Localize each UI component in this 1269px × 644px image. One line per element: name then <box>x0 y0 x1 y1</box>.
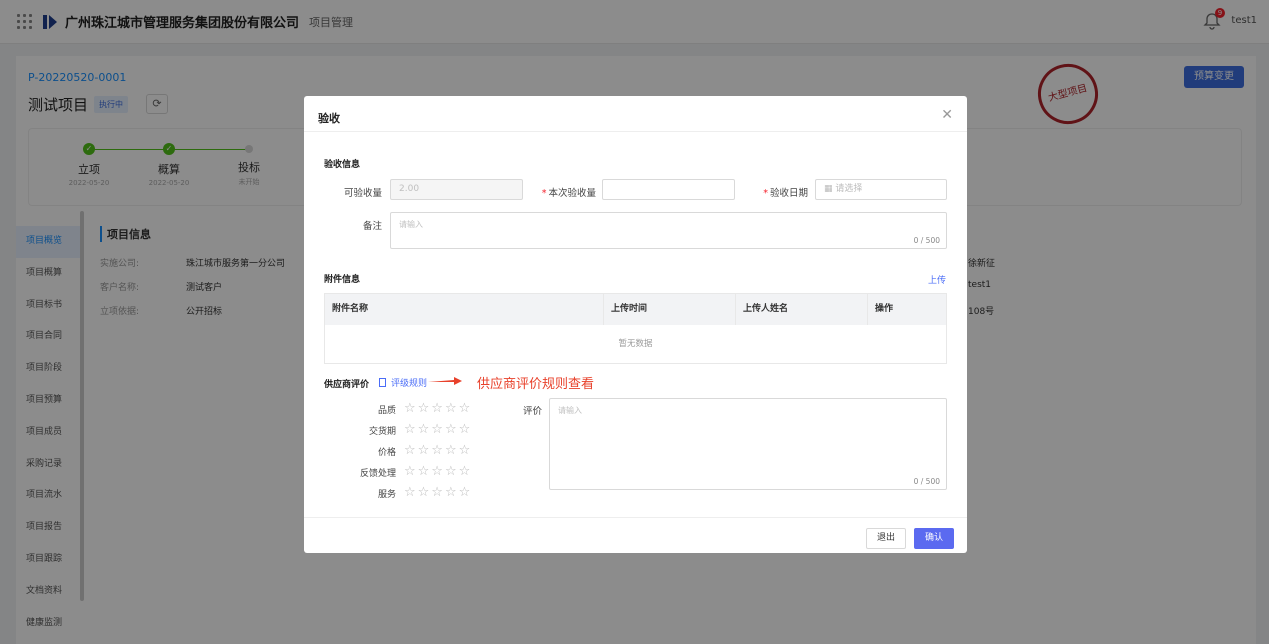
accept-date-picker[interactable]: ▦ 请选择 <box>815 179 947 200</box>
close-icon[interactable]: ✕ <box>941 107 953 123</box>
remark-label: 备注 <box>362 221 382 232</box>
rating-row-service: 服务 ☆☆☆☆☆ <box>324 485 484 503</box>
annotation-text: 供应商评价规则查看 <box>477 377 595 392</box>
this-qty-label-text: 本次验收量 <box>548 188 596 199</box>
rating-label: 品质 <box>377 406 396 416</box>
rating-label: 服务 <box>377 490 396 500</box>
section-acceptance-title: 验收信息 <box>324 160 361 170</box>
date-placeholder: 请选择 <box>835 184 863 194</box>
accept-date-label-text: 验收日期 <box>769 188 808 199</box>
comment-textarea[interactable]: 请输入 0 / 500 <box>549 398 947 490</box>
accept-date-label: * 验收日期 <box>763 188 808 199</box>
acceptance-modal: 验收 ✕ 验收信息 可验收量 2.00 * 本次验收量 * 验收日期 ▦ 请选择 备… <box>304 96 967 553</box>
star-rating[interactable]: ☆☆☆☆☆ <box>404 422 472 437</box>
cancel-button[interactable]: 退出 <box>866 528 906 549</box>
col-attachment-name: 附件名称 <box>325 294 604 325</box>
rating-row-delivery: 交货期 ☆☆☆☆☆ <box>324 422 484 440</box>
section-rating-title: 供应商评价 <box>324 380 370 390</box>
rating-label: 反馈处理 <box>359 469 396 479</box>
rating-rule-text: 评级规则 <box>391 379 428 389</box>
rating-row-quality: 品质 ☆☆☆☆☆ <box>324 401 484 419</box>
table-header: 附件名称 上传时间 上传人姓名 操作 <box>325 294 946 325</box>
arrow-right-icon <box>428 377 462 385</box>
star-rating[interactable]: ☆☆☆☆☆ <box>404 485 472 500</box>
rating-rule-link[interactable]: 评级规则 <box>379 376 427 389</box>
remark-placeholder: 请输入 <box>399 220 423 229</box>
modal-footer: 退出 确认 <box>304 517 967 553</box>
remark-char-count: 0 / 500 <box>913 236 940 245</box>
remark-textarea[interactable]: 请输入 0 / 500 <box>390 212 947 249</box>
col-upload-time: 上传时间 <box>604 294 736 325</box>
rating-label: 交货期 <box>368 427 396 437</box>
star-rating[interactable]: ☆☆☆☆☆ <box>404 401 472 416</box>
document-icon <box>379 378 386 387</box>
star-rating[interactable]: ☆☆☆☆☆ <box>404 443 472 458</box>
upload-link[interactable]: 上传 <box>928 273 946 286</box>
modal-header: 验收 ✕ <box>304 96 967 132</box>
modal-title: 验收 <box>318 112 340 125</box>
comment-label: 评价 <box>522 406 542 417</box>
star-rating[interactable]: ☆☆☆☆☆ <box>404 464 472 479</box>
acceptable-qty-field: 2.00 <box>390 179 523 200</box>
table-empty-text: 暂无数据 <box>618 339 653 349</box>
this-qty-label: * 本次验收量 <box>541 188 596 199</box>
comment-char-count: 0 / 500 <box>913 477 940 486</box>
rating-row-price: 价格 ☆☆☆☆☆ <box>324 443 484 461</box>
col-uploader: 上传人姓名 <box>736 294 868 325</box>
comment-placeholder: 请输入 <box>558 406 582 415</box>
calendar-icon: ▦ <box>824 184 833 194</box>
rating-label: 价格 <box>377 448 396 458</box>
this-qty-input[interactable] <box>602 179 735 200</box>
acceptable-qty-label: 可验收量 <box>343 188 382 199</box>
section-attachment-title: 附件信息 <box>324 275 361 285</box>
col-actions: 操作 <box>875 304 894 314</box>
attachment-table: 附件名称 上传时间 上传人姓名 操作 暂无数据 <box>324 293 947 364</box>
confirm-button[interactable]: 确认 <box>914 528 954 549</box>
rating-row-feedback: 反馈处理 ☆☆☆☆☆ <box>324 464 484 482</box>
